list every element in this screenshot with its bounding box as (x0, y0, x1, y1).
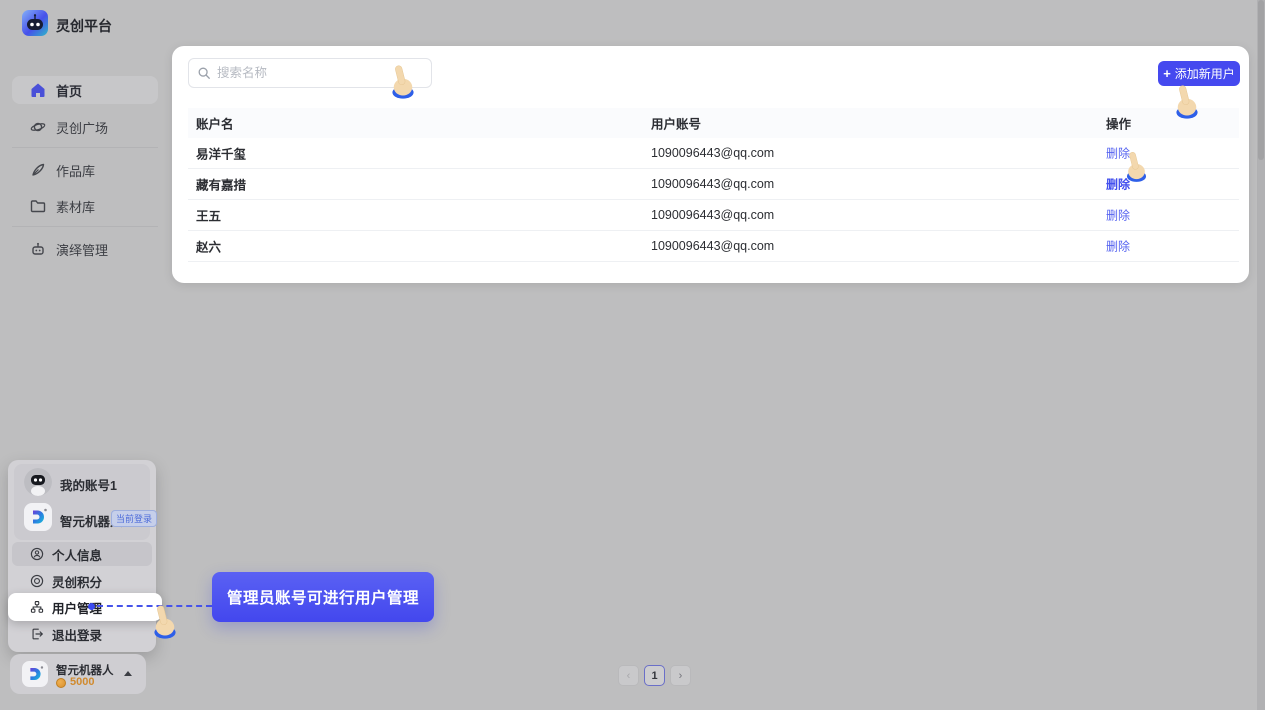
menu-item-profile[interactable]: 个人信息 (12, 542, 152, 566)
current-login-badge: 当前登录 (111, 510, 157, 527)
user-account: 1090096443@qq.com (651, 177, 774, 191)
search-box (188, 58, 432, 88)
app-logo-robot-icon (22, 10, 48, 36)
sidebar-item-performance[interactable]: 演绎管理 (12, 235, 158, 263)
guide-dashed-line (97, 605, 212, 607)
search-input[interactable] (217, 66, 423, 80)
scrollbar-thumb[interactable] (1258, 0, 1264, 160)
user-name: 藏有嘉措 (196, 175, 246, 194)
user-name: 王五 (196, 206, 221, 225)
account-popup: 我的账号1 智元机器人 当前登录 个人信息 (8, 460, 156, 652)
my-account-label[interactable]: 我的账号1 (60, 475, 117, 494)
user-account: 1090096443@qq.com (651, 239, 774, 253)
user-account: 1090096443@qq.com (651, 146, 774, 160)
menu-item-label: 个人信息 (52, 545, 102, 564)
table-row: 易洋千玺 1090096443@qq.com 删除 (188, 138, 1239, 169)
logout-icon (30, 627, 44, 641)
table-header-row: 账户名 用户账号 操作 (188, 108, 1239, 138)
sidebar-item-works[interactable]: 作品库 (12, 156, 158, 184)
table-row: 藏有嘉措 1090096443@qq.com 删除 (188, 169, 1239, 200)
menu-item-user-management[interactable]: 用户管理 (8, 593, 162, 621)
menu-item-logout[interactable]: 退出登录 (12, 622, 152, 646)
guide-anchor-dot (88, 603, 95, 610)
delete-link[interactable]: 删除 (1106, 238, 1130, 255)
plaza-icon (30, 119, 46, 135)
points-icon (30, 574, 44, 588)
delete-link[interactable]: 删除 (1106, 145, 1130, 162)
sidebar-divider (12, 226, 158, 227)
pagination: ‹ 1 › (618, 665, 691, 686)
menu-item-points[interactable]: 灵创积分 (12, 569, 152, 593)
delete-link[interactable]: 删除 (1106, 176, 1130, 193)
user-name: 赵六 (196, 237, 221, 256)
app-screen: 灵创平台 首页 灵创广场 作品库 素材库 演绎管理 (0, 0, 1265, 710)
sidebar-item-assets[interactable]: 素材库 (12, 192, 158, 220)
org-logo-icon (24, 503, 52, 531)
add-user-label: 添加新用户 (1175, 65, 1235, 82)
guide-tooltip: 管理员账号可进行用户管理 (212, 572, 434, 622)
sidebar-item-label: 灵创广场 (56, 118, 108, 137)
vertical-scrollbar[interactable] (1257, 0, 1265, 710)
menu-item-label: 灵创积分 (52, 572, 102, 591)
home-icon (30, 82, 46, 98)
user-management-card: + 添加新用户 账户名 用户账号 操作 易洋千玺 1090096443@qq.c… (172, 46, 1249, 283)
pagination-next-button[interactable]: › (670, 665, 691, 686)
caret-up-icon (124, 671, 132, 676)
add-user-button[interactable]: + 添加新用户 (1158, 61, 1240, 86)
folder-icon (30, 198, 46, 214)
column-header-account: 用户账号 (651, 114, 701, 133)
table-row: 王五 1090096443@qq.com 删除 (188, 200, 1239, 231)
plus-icon: + (1163, 67, 1171, 80)
app-title: 灵创平台 (56, 16, 112, 36)
sidebar-item-plaza[interactable]: 灵创广场 (12, 113, 158, 141)
pagination-page-1-button[interactable]: 1 (644, 665, 665, 686)
delete-link[interactable]: 删除 (1106, 207, 1130, 224)
org-chart-icon (30, 600, 44, 614)
sidebar-item-label: 演绎管理 (56, 240, 108, 259)
org-logo-icon (22, 661, 48, 687)
user-account: 1090096443@qq.com (651, 208, 774, 222)
sidebar-item-label: 作品库 (56, 161, 95, 180)
coin-icon (56, 678, 66, 688)
menu-item-label: 退出登录 (52, 625, 102, 644)
sidebar-divider (12, 147, 158, 148)
points-value: 5000 (70, 676, 94, 688)
account-switcher[interactable]: 智元机器人 5000 (10, 654, 146, 694)
pagination-prev-button[interactable]: ‹ (618, 665, 639, 686)
avatar[interactable] (24, 468, 52, 496)
avatar-robot-icon (24, 468, 52, 496)
user-name: 易洋千玺 (196, 144, 246, 163)
column-header-name: 账户名 (196, 114, 234, 133)
works-icon (30, 162, 46, 178)
sidebar-item-label: 素材库 (56, 197, 95, 216)
column-header-actions: 操作 (1106, 114, 1131, 133)
person-circle-icon (30, 547, 44, 561)
sidebar-item-label: 首页 (56, 81, 82, 100)
table-row: 赵六 1090096443@qq.com 删除 (188, 231, 1239, 262)
search-icon (197, 66, 211, 80)
sidebar-item-home[interactable]: 首页 (12, 76, 158, 104)
robot-icon (30, 241, 46, 257)
